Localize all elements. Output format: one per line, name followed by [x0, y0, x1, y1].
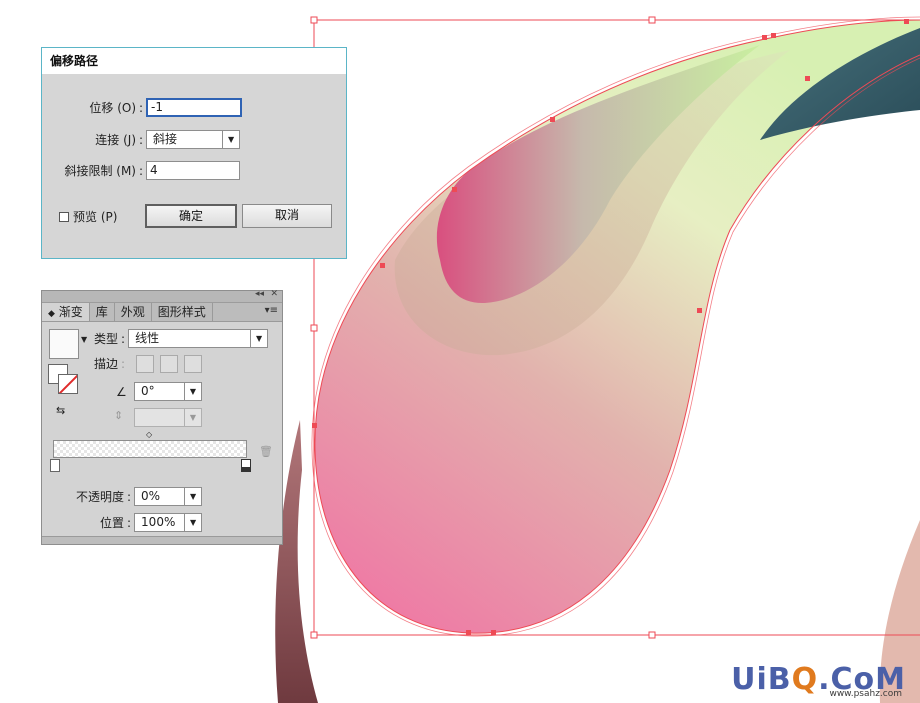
angle-value: 0° — [141, 384, 155, 398]
type-colon: : — [121, 331, 126, 346]
gradient-slider[interactable] — [53, 440, 247, 458]
chevron-down-icon: ▼ — [184, 409, 201, 426]
chevron-down-icon[interactable]: ▼ — [250, 330, 267, 347]
gradient-stop-left[interactable] — [50, 459, 60, 472]
joins-label: 连接 (J) — [95, 133, 136, 147]
stroke-label: 描边 — [94, 357, 119, 371]
dialog-title: 偏移路径 — [42, 48, 346, 74]
joins-row: 连接 (J) : 斜接 ▼ — [52, 130, 241, 149]
trash-icon[interactable]: 🗑 — [259, 445, 273, 458]
stroke-row: 描边 : — [94, 355, 128, 372]
preview-checkbox[interactable] — [59, 211, 69, 222]
tab-graphic-styles[interactable]: 图形样式 — [152, 303, 213, 321]
panel-menu-icon[interactable]: ▾≡ — [265, 305, 278, 316]
miter-label: 斜接限制 (M) — [64, 164, 136, 178]
chevron-down-icon[interactable]: ▼ — [184, 514, 201, 531]
gradient-stop-right[interactable] — [241, 459, 251, 472]
offset-colon: : — [139, 100, 144, 115]
location-select[interactable]: 100% ▼ — [134, 513, 203, 532]
tab-gradient-label: 渐变 — [58, 305, 83, 319]
type-row: 类型 : 线性 ▼ — [94, 329, 269, 348]
preview-label: 预览 (P) — [73, 210, 118, 224]
tab-gradient[interactable]: ◆ 渐变 — [42, 303, 90, 321]
angle-select[interactable]: 0° ▼ — [134, 382, 202, 401]
joins-colon: : — [139, 132, 144, 147]
offset-path-dialog: 偏移路径 位移 (O) : -1 连接 (J) : 斜接 ▼ 斜接限制 (M) … — [41, 47, 347, 259]
cancel-button[interactable]: 取消 — [242, 204, 332, 228]
midpoint-diamond-icon[interactable]: ◇ — [146, 430, 152, 439]
joins-select[interactable]: 斜接 ▼ — [146, 130, 241, 149]
joins-select-value: 斜接 — [153, 132, 178, 146]
watermark-q: Q — [791, 662, 819, 697]
stroke-across-icon — [184, 355, 202, 373]
aspect-ratio-select: ▼ — [134, 408, 202, 427]
type-select-value: 线性 — [135, 331, 160, 345]
opacity-row: 不透明度 : 0% ▼ — [70, 487, 203, 506]
watermark-url: www.psahz.com — [829, 689, 902, 699]
chevron-down-icon[interactable]: ▼ — [184, 488, 201, 505]
aspect-ratio-icon: ⇕ — [114, 409, 124, 422]
panel-title-strip[interactable]: ◂◂ ✕ — [42, 289, 282, 303]
panel-tabs: ◆ 渐变 库 外观 图形样式 ▾≡ — [42, 303, 282, 322]
stroke-within-icon — [136, 355, 154, 373]
close-icon[interactable]: ✕ — [270, 289, 278, 299]
stroke-along-icon — [160, 355, 178, 373]
gradient-panel: ◂◂ ✕ ◆ 渐变 库 外观 图形样式 ▾≡ ▼ ⇆ 类型 : 线性 ▼ 描边 … — [41, 289, 283, 545]
swatch-dropdown-icon[interactable]: ▼ — [81, 335, 87, 344]
tab-library[interactable]: 库 — [90, 303, 115, 321]
miter-row: 斜接限制 (M) : 4 — [52, 161, 241, 180]
chevron-down-icon[interactable]: ▼ — [222, 131, 239, 148]
miter-colon: : — [139, 163, 144, 178]
offset-label: 位移 (O) — [89, 101, 136, 115]
opacity-value: 0% — [141, 489, 161, 503]
chevron-down-icon[interactable]: ▼ — [184, 383, 201, 400]
none-slash-icon — [59, 375, 77, 393]
offset-input[interactable]: -1 — [146, 98, 243, 117]
type-select[interactable]: 线性 ▼ — [128, 329, 269, 348]
type-label: 类型 — [94, 332, 119, 346]
collapse-icon[interactable]: ◂◂ — [255, 289, 264, 299]
tab-toggle-icon: ◆ — [48, 309, 55, 319]
offset-row: 位移 (O) : -1 — [52, 98, 243, 117]
stroke-colon: : — [121, 356, 126, 371]
reverse-gradient-icon[interactable]: ⇆ — [56, 404, 65, 417]
opacity-label: 不透明度 — [75, 490, 124, 504]
opacity-select[interactable]: 0% ▼ — [134, 487, 203, 506]
stroke-none-swatch[interactable] — [58, 374, 78, 394]
location-label: 位置 — [99, 516, 124, 530]
panel-resize-grip[interactable] — [42, 536, 282, 544]
angle-icon: ∠ — [116, 385, 127, 399]
ok-button[interactable]: 确定 — [145, 204, 237, 228]
location-colon: : — [127, 515, 132, 530]
preview-row[interactable]: 预览 (P) — [59, 208, 117, 225]
watermark-ui: UiB — [731, 662, 792, 697]
opacity-colon: : — [127, 489, 132, 504]
tab-appearance[interactable]: 外观 — [115, 303, 152, 321]
gradient-swatch[interactable] — [49, 329, 79, 359]
location-value: 100% — [141, 515, 176, 529]
miter-input[interactable]: 4 — [146, 161, 241, 180]
location-row: 位置 : 100% ▼ — [70, 513, 203, 532]
